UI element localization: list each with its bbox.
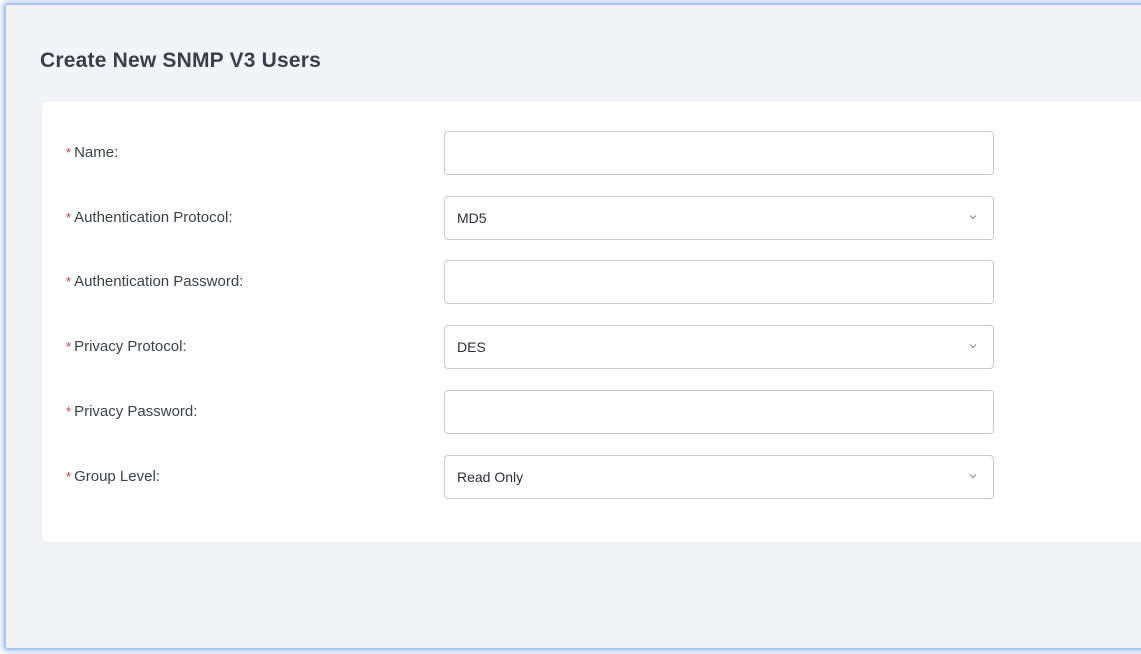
privacy-protocol-label: * Privacy Protocol: bbox=[66, 325, 187, 369]
form-card: * Name: * Authentication Protocol: MD5 * Au… bbox=[42, 102, 1141, 542]
name-field[interactable] bbox=[444, 131, 994, 175]
auth-protocol-label-text: Authentication Protocol: bbox=[74, 209, 233, 226]
auth-password-input[interactable] bbox=[445, 261, 993, 303]
group-level-row: * Group Level: Read Only bbox=[42, 455, 1141, 499]
auth-password-label-text: Authentication Password: bbox=[74, 273, 244, 290]
auth-password-label: * Authentication Password: bbox=[66, 260, 243, 304]
name-label: * Name: bbox=[66, 131, 118, 175]
privacy-password-input[interactable] bbox=[445, 391, 993, 433]
group-level-value: Read Only bbox=[457, 469, 524, 485]
auth-protocol-select[interactable]: MD5 bbox=[444, 196, 994, 240]
group-level-label: * Group Level: bbox=[66, 455, 160, 499]
required-marker: * bbox=[66, 145, 72, 160]
required-marker: * bbox=[66, 469, 72, 484]
auth-password-field[interactable] bbox=[444, 260, 994, 304]
name-row: * Name: bbox=[42, 131, 1141, 175]
name-input[interactable] bbox=[445, 132, 993, 174]
privacy-password-row: * Privacy Password: bbox=[42, 390, 1141, 434]
group-level-select[interactable]: Read Only bbox=[444, 455, 994, 499]
privacy-password-label-text: Privacy Password: bbox=[74, 403, 198, 420]
group-level-label-text: Group Level: bbox=[74, 468, 160, 485]
required-marker: * bbox=[66, 274, 72, 289]
privacy-password-field[interactable] bbox=[444, 390, 994, 434]
privacy-protocol-label-text: Privacy Protocol: bbox=[74, 338, 187, 355]
page-title: Create New SNMP V3 Users bbox=[40, 49, 322, 72]
name-label-text: Name: bbox=[74, 144, 119, 161]
auth-password-row: * Authentication Password: bbox=[42, 260, 1141, 304]
chevron-down-icon[interactable] bbox=[967, 470, 979, 482]
privacy-protocol-row: * Privacy Protocol: DES bbox=[42, 325, 1141, 369]
chevron-down-icon[interactable] bbox=[967, 340, 979, 352]
auth-protocol-label: * Authentication Protocol: bbox=[66, 196, 233, 240]
privacy-password-label: * Privacy Password: bbox=[66, 390, 197, 434]
required-marker: * bbox=[66, 210, 72, 225]
required-marker: * bbox=[66, 404, 72, 419]
required-marker: * bbox=[66, 339, 72, 354]
privacy-protocol-value: DES bbox=[457, 339, 486, 355]
auth-protocol-row: * Authentication Protocol: MD5 bbox=[42, 196, 1141, 240]
chevron-down-icon[interactable] bbox=[967, 211, 979, 223]
auth-protocol-value: MD5 bbox=[457, 210, 487, 226]
dialog-frame: Create New SNMP V3 Users * Name: * Authent… bbox=[4, 3, 1141, 650]
privacy-protocol-select[interactable]: DES bbox=[444, 325, 994, 369]
